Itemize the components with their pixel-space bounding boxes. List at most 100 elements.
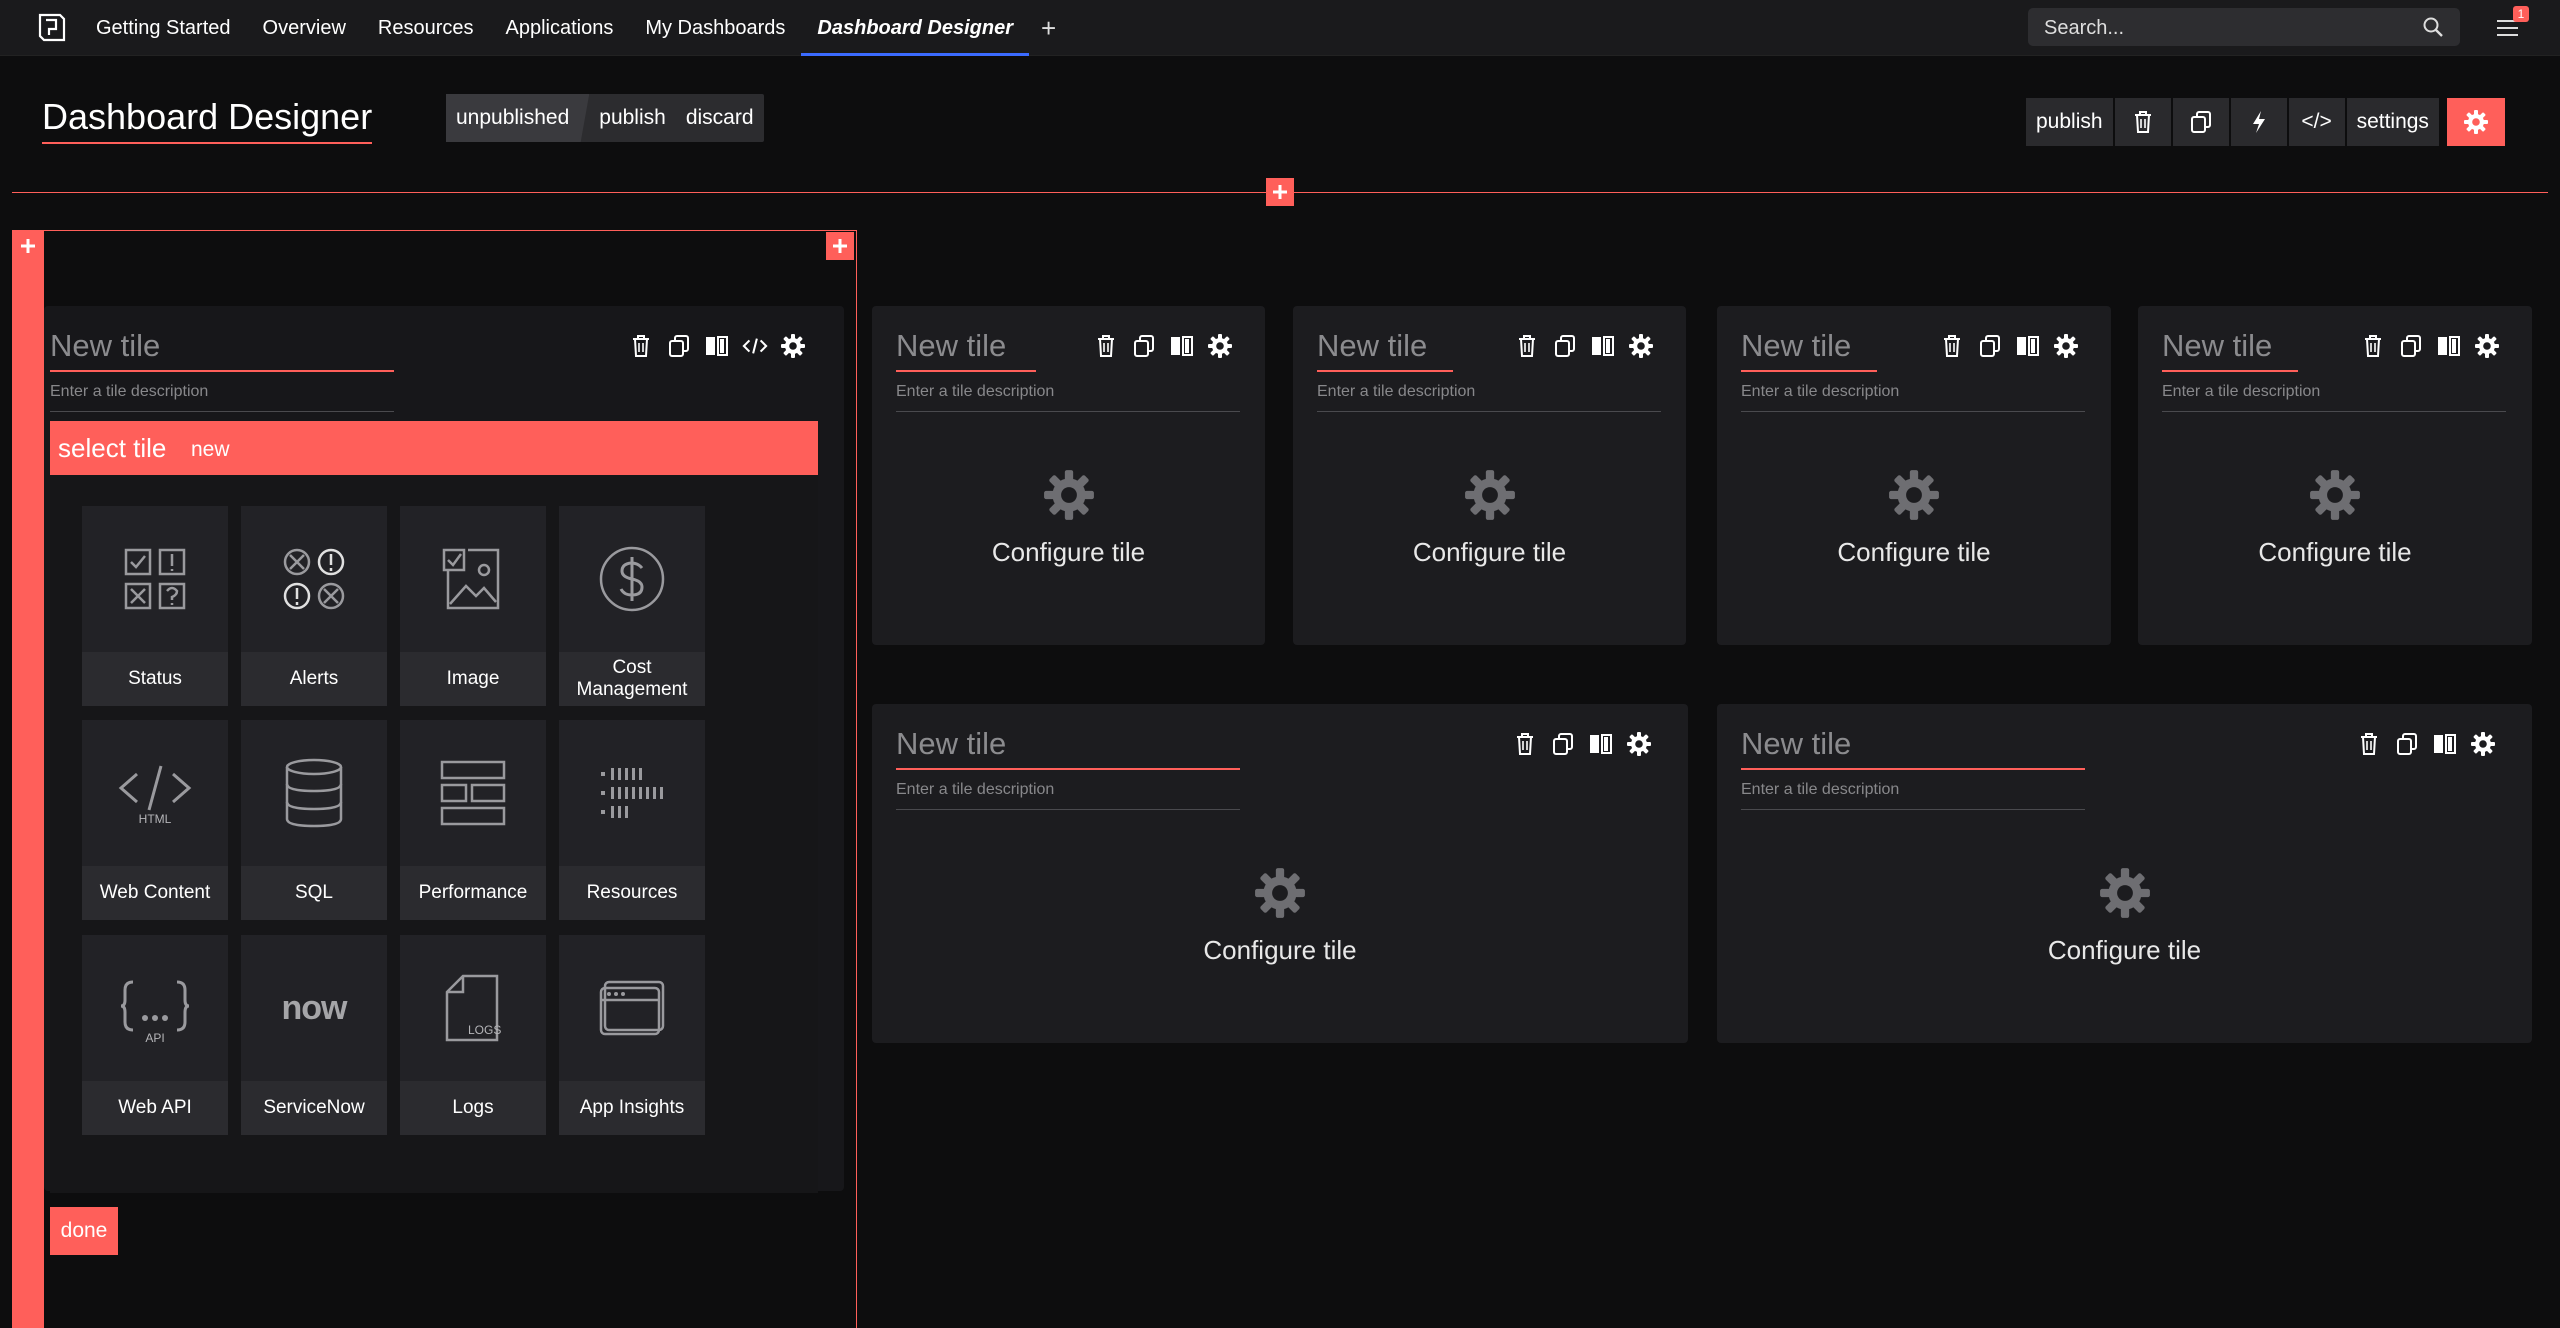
- tile-description-input[interactable]: Enter a tile description: [2162, 383, 2506, 412]
- tile-title-input[interactable]: New tile: [1317, 328, 1453, 372]
- clone-dashboard-button[interactable]: [2172, 98, 2229, 146]
- delete-dashboard-button[interactable]: [2114, 98, 2171, 146]
- tile-type-sql[interactable]: SQL: [241, 720, 387, 920]
- add-tab-button[interactable]: +: [1029, 0, 1068, 56]
- tile-type-performance[interactable]: Performance: [400, 720, 546, 920]
- tile-title-input[interactable]: New tile: [896, 328, 1036, 372]
- tile-actions: [1512, 731, 1652, 757]
- dashboard-tile[interactable]: New tile Enter a tile description Configur…: [1717, 704, 2532, 1043]
- tile-settings-button[interactable]: [1628, 333, 1654, 359]
- nav-getting-started[interactable]: Getting Started: [80, 0, 247, 56]
- clone-tile-button[interactable]: [666, 333, 692, 359]
- dashboard-tile[interactable]: New tile Enter a tile description Configur…: [1717, 306, 2111, 645]
- clone-tile-button[interactable]: [2394, 731, 2420, 757]
- resize-tile-button[interactable]: [1588, 731, 1614, 757]
- delete-tile-button[interactable]: [2356, 731, 2382, 757]
- delete-tile-button[interactable]: [1514, 333, 1540, 359]
- nav-applications[interactable]: Applications: [490, 0, 630, 56]
- configure-tile-button[interactable]: Configure tile: [2138, 468, 2532, 568]
- tile-description-input[interactable]: Enter a tile description: [1741, 781, 2085, 810]
- dashboard-tile[interactable]: New tile Enter a tile description Configur…: [2138, 306, 2532, 645]
- resize-tile-button[interactable]: [1590, 333, 1616, 359]
- delete-tile-button[interactable]: [1512, 731, 1538, 757]
- tile-type-image[interactable]: Image: [400, 506, 546, 706]
- tile-type-cost-management[interactable]: Cost Management: [559, 506, 705, 706]
- tile-settings-button[interactable]: [2474, 333, 2500, 359]
- tile-settings-button[interactable]: [780, 333, 806, 359]
- lightning-button[interactable]: [2230, 98, 2287, 146]
- tile-type-logs[interactable]: LOGS Logs: [400, 935, 546, 1135]
- delete-tile-button[interactable]: [2360, 333, 2386, 359]
- configure-tile-button[interactable]: Configure tile: [1717, 866, 2532, 966]
- discard-link[interactable]: discard: [676, 94, 764, 142]
- configure-tile-button[interactable]: Configure tile: [872, 468, 1265, 568]
- publish-link[interactable]: publish: [589, 94, 676, 142]
- code-button[interactable]: </>: [2288, 98, 2345, 146]
- tile-type-status[interactable]: Status: [82, 506, 228, 706]
- tile-settings-button[interactable]: [2053, 333, 2079, 359]
- clone-tile-button[interactable]: [1550, 731, 1576, 757]
- nav-dashboard-designer[interactable]: Dashboard Designer: [801, 0, 1029, 56]
- html-caption: HTML: [138, 812, 172, 826]
- nav-overview[interactable]: Overview: [247, 0, 362, 56]
- nav-my-dashboards[interactable]: My Dashboards: [629, 0, 801, 56]
- add-section-right-button[interactable]: [826, 232, 854, 260]
- logo-icon[interactable]: [36, 12, 66, 42]
- columns-icon: [2438, 336, 2460, 356]
- configure-tile-button[interactable]: Configure tile: [1717, 468, 2111, 568]
- gear-button[interactable]: [2446, 98, 2505, 146]
- dashboard-tile[interactable]: New tile Enter a tile description Configur…: [1293, 306, 1686, 645]
- tile-title-input[interactable]: New tile: [1741, 328, 1877, 372]
- tile-settings-button[interactable]: [1207, 333, 1233, 359]
- tile-title-input[interactable]: New tile: [2162, 328, 2298, 372]
- tile-type-servicenow[interactable]: now ServiceNow: [241, 935, 387, 1135]
- database-icon: [285, 758, 343, 828]
- tile-type-alerts[interactable]: Alerts: [241, 506, 387, 706]
- tile-type-web-content[interactable]: HTML Web Content: [82, 720, 228, 920]
- nav-resources[interactable]: Resources: [362, 0, 490, 56]
- dashboard-tile[interactable]: New tile Enter a tile description Configur…: [872, 306, 1265, 645]
- resize-tile-button[interactable]: [704, 333, 730, 359]
- tile-settings-button[interactable]: [1626, 731, 1652, 757]
- add-section-left-button[interactable]: [14, 232, 42, 260]
- page-title[interactable]: Dashboard Designer: [42, 96, 373, 144]
- clone-tile-button[interactable]: [2398, 333, 2424, 359]
- delete-tile-button[interactable]: [628, 333, 654, 359]
- tile-type-app-insights[interactable]: App Insights: [559, 935, 705, 1135]
- notification-badge: 1: [2513, 6, 2529, 22]
- tile-type-web-api[interactable]: API Web API: [82, 935, 228, 1135]
- resize-tile-button[interactable]: [2436, 333, 2462, 359]
- done-button[interactable]: done: [50, 1207, 118, 1255]
- resize-tile-button[interactable]: [2015, 333, 2041, 359]
- tile-description-input[interactable]: Enter a tile description: [50, 383, 394, 412]
- tile-type-resources[interactable]: Resources: [559, 720, 705, 920]
- delete-tile-button[interactable]: [1093, 333, 1119, 359]
- tile-description-input[interactable]: Enter a tile description: [896, 383, 1240, 412]
- publish-button[interactable]: publish: [2026, 98, 2113, 146]
- configure-tile-button[interactable]: Configure tile: [1293, 468, 1686, 568]
- add-row-button[interactable]: [1266, 178, 1294, 206]
- gear-icon: [2475, 334, 2499, 358]
- clone-tile-button[interactable]: [1131, 333, 1157, 359]
- new-tile-link[interactable]: new: [191, 438, 230, 462]
- clone-tile-button[interactable]: [1977, 333, 2003, 359]
- clone-tile-button[interactable]: [1552, 333, 1578, 359]
- resize-tile-button[interactable]: [1169, 333, 1195, 359]
- tile-description-input[interactable]: Enter a tile description: [1741, 383, 2085, 412]
- configure-tile-button[interactable]: Configure tile: [872, 866, 1688, 966]
- delete-tile-button[interactable]: [1939, 333, 1965, 359]
- resize-tile-button[interactable]: [2432, 731, 2458, 757]
- configure-gear: [872, 468, 1265, 527]
- tile-settings-button[interactable]: [2470, 731, 2496, 757]
- section-edit-bar[interactable]: [12, 230, 44, 1328]
- tile-code-button[interactable]: [742, 333, 768, 359]
- tile-description-input[interactable]: Enter a tile description: [896, 781, 1240, 810]
- search-input[interactable]: Search...: [2028, 8, 2460, 46]
- tile-title-input[interactable]: New tile: [50, 328, 394, 372]
- settings-button[interactable]: settings: [2346, 98, 2439, 146]
- tile-title-input[interactable]: New tile: [896, 726, 1240, 770]
- dashboard-tile[interactable]: New tile Enter a tile description Configur…: [872, 704, 1688, 1043]
- tile-description-input[interactable]: Enter a tile description: [1317, 383, 1661, 412]
- tile-title-input[interactable]: New tile: [1741, 726, 2085, 770]
- search-icon[interactable]: [2422, 16, 2444, 38]
